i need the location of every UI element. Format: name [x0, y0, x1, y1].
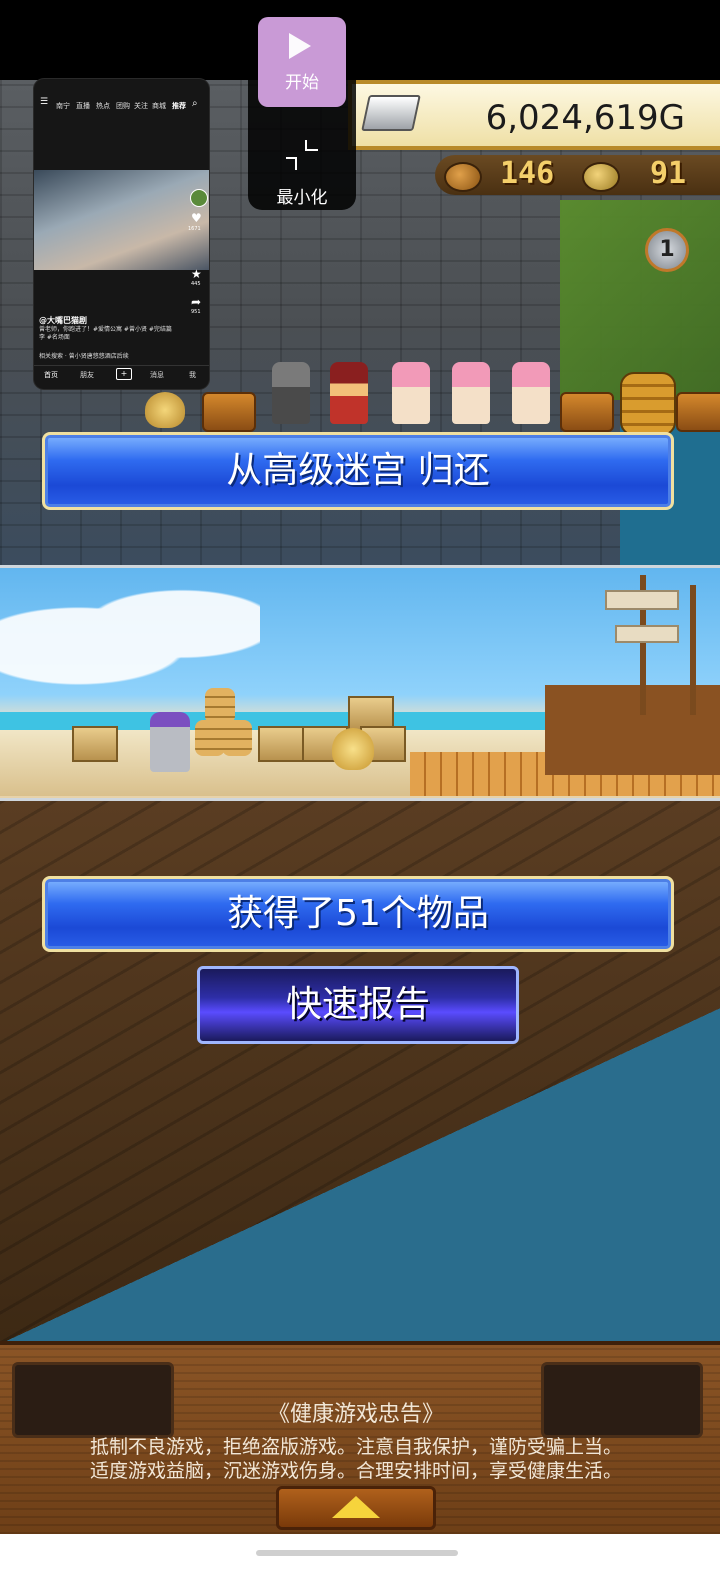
treasure-chest-icon: [676, 392, 720, 432]
coin-icon: [582, 162, 620, 192]
tab-follow[interactable]: 关注: [134, 101, 148, 111]
loot-sack-icon: [332, 728, 374, 770]
ship-sail: [605, 590, 679, 610]
video-author[interactable]: @大嘴巴猫剧: [39, 315, 87, 326]
minimize-label[interactable]: 最小化: [248, 183, 356, 208]
quick-report-button[interactable]: 快速报告: [197, 966, 519, 1044]
favorite-count: 445: [191, 281, 201, 287]
advisory-title: 《健康游戏忠告》: [267, 1402, 444, 1427]
nav-messages[interactable]: 消息: [150, 370, 164, 380]
like-icon[interactable]: ♥: [191, 211, 202, 225]
advisory-line-1: 抵制不良游戏，拒绝盗版游戏。注意自我保护，谨防受骗上当。: [89, 1436, 622, 1458]
start-button[interactable]: [258, 17, 346, 107]
ship-sail: [615, 625, 679, 643]
nav-home[interactable]: 首页: [44, 370, 58, 380]
tab-recommend[interactable]: 推荐: [172, 101, 186, 111]
hero-healer-3: [512, 362, 550, 424]
video-frame[interactable]: [34, 170, 209, 270]
nav-create[interactable]: +: [116, 368, 132, 380]
hero-healer-1: [392, 362, 430, 424]
barrel-icon: [222, 720, 252, 756]
hero-healer-2: [452, 362, 490, 424]
hero-witch: [330, 362, 368, 424]
tab-live[interactable]: 直播: [76, 101, 90, 111]
resource-a-value: 146: [500, 156, 555, 191]
round-badge[interactable]: 1: [645, 228, 689, 272]
treasure-chest-icon: [560, 392, 614, 432]
home-indicator[interactable]: [256, 1550, 458, 1556]
advisory-line-2: 适度游戏益脑，沉迷游戏伤身。合理安排时间，享受健康生活。: [89, 1460, 622, 1482]
nav-friends[interactable]: 朋友: [80, 370, 94, 380]
ship-mast: [690, 585, 696, 715]
barrel-icon: [195, 720, 225, 756]
favorite-icon[interactable]: ★: [191, 267, 202, 281]
related-search[interactable]: 相关搜索 · 曾小贤唐悠悠酒店后续: [39, 351, 204, 360]
loot-sack-icon: [145, 392, 185, 428]
start-label: 开始: [285, 73, 319, 93]
share-count: 951: [191, 309, 201, 315]
barrel-icon: [205, 688, 235, 724]
treasure-chest-icon: [202, 392, 256, 432]
minimize-icon[interactable]: [284, 138, 320, 172]
tab-mall[interactable]: 商城: [152, 101, 166, 111]
return-banner: 从高级迷宫 归还: [42, 432, 674, 510]
nav-me[interactable]: 我: [189, 370, 196, 380]
hero-knight: [272, 362, 310, 424]
grass-patch: [560, 200, 720, 400]
resource-b-value: 91: [650, 156, 687, 191]
food-icon: [444, 162, 482, 192]
clouds: [0, 580, 260, 690]
crate-icon: [72, 726, 118, 762]
items-banner: 获得了51个物品: [42, 876, 674, 952]
avatar[interactable]: [190, 189, 208, 207]
knight-character: [150, 712, 190, 772]
search-icon[interactable]: ⌕: [192, 98, 198, 109]
crate-icon: [258, 726, 304, 762]
play-icon: [289, 33, 311, 59]
gold-amount: 6,024,619G: [485, 98, 685, 138]
silver-ingot-icon: [361, 95, 421, 131]
like-count: 1671: [188, 226, 201, 232]
video-caption: 曾老师，你跑进了！#爱情公寓 #曾小贤 #完结篇 李 #名场面: [39, 326, 172, 341]
divider: [34, 365, 209, 366]
arrow-up-icon: [332, 1496, 380, 1518]
tab-nanning[interactable]: 南宁: [56, 101, 70, 111]
gesture-area: [0, 1534, 720, 1584]
barrel-icon: [620, 372, 676, 436]
floating-video-window[interactable]: ☰ 南宁 直播 热点 团购 关注 商城 推荐 ⌕ ♥ 1671 ★ 445 ➦ …: [34, 79, 209, 389]
tab-hot[interactable]: 热点: [96, 101, 110, 111]
share-icon[interactable]: ➦: [191, 295, 201, 309]
tab-group-buy[interactable]: 团购: [116, 101, 130, 111]
menu-icon[interactable]: ☰: [40, 97, 50, 107]
